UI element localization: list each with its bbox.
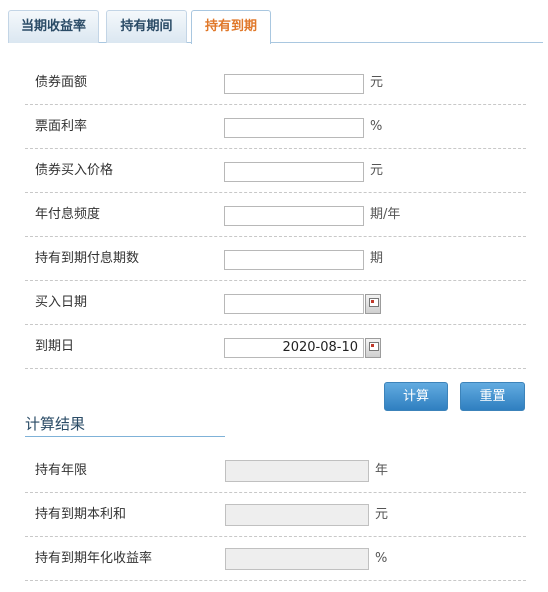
payment-frequency-input[interactable]	[224, 206, 364, 226]
calculate-button[interactable]: 计算	[384, 382, 448, 411]
coupon-rate-label: 票面利率	[35, 119, 88, 134]
calendar-icon[interactable]	[365, 294, 381, 314]
result-row-holding-years: 持有年限 年	[25, 449, 526, 493]
coupon-rate-unit: %	[370, 119, 383, 134]
holding-years-label: 持有年限	[35, 463, 88, 478]
form-row-periods-to-maturity: 持有到期付息期数 期	[25, 237, 526, 281]
face-value-unit: 元	[370, 75, 384, 90]
payment-frequency-label: 年付息频度	[35, 207, 101, 222]
annualized-yield-unit: %	[375, 551, 388, 566]
payment-frequency-unit: 期/年	[370, 207, 401, 222]
result-row-annualized-yield: 持有到期年化收益率 %	[25, 537, 526, 581]
holding-years-output	[225, 460, 369, 482]
purchase-price-label: 债券买入价格	[35, 163, 114, 178]
holding-years-unit: 年	[375, 463, 389, 478]
form-row-payment-frequency: 年付息频度 期/年	[25, 193, 526, 237]
tab-current-yield[interactable]: 当期收益率	[8, 10, 99, 43]
principal-interest-label: 持有到期本利和	[35, 507, 127, 522]
annualized-yield-output	[225, 548, 369, 570]
periods-to-maturity-input[interactable]	[224, 250, 364, 270]
coupon-rate-input[interactable]	[224, 118, 364, 138]
tab-bar: 当期收益率 持有期间 持有到期	[8, 10, 543, 44]
purchase-price-input[interactable]	[224, 162, 364, 182]
form-row-coupon-rate: 票面利率 %	[25, 105, 526, 149]
maturity-date-label: 到期日	[35, 339, 75, 354]
periods-to-maturity-label: 持有到期付息期数	[35, 251, 140, 266]
periods-to-maturity-unit: 期	[370, 251, 384, 266]
maturity-date-input[interactable]: 2020-08-10	[224, 338, 364, 358]
form-row-purchase-price: 债券买入价格 元	[25, 149, 526, 193]
calendar-icon[interactable]	[365, 338, 381, 358]
form-row-maturity-date: 到期日 2020-08-10	[25, 325, 526, 369]
tab-hold-to-maturity[interactable]: 持有到期	[191, 10, 271, 44]
face-value-label: 债券面额	[35, 75, 88, 90]
results-title: 计算结果	[25, 412, 225, 437]
reset-button[interactable]: 重置	[460, 382, 525, 411]
purchase-date-label: 买入日期	[35, 295, 88, 310]
tab-holding-period[interactable]: 持有期间	[106, 10, 187, 43]
purchase-date-input[interactable]	[224, 294, 364, 314]
annualized-yield-label: 持有到期年化收益率	[35, 551, 153, 566]
result-row-principal-interest: 持有到期本利和 元	[25, 493, 526, 537]
form-row-face-value: 债券面额 元	[25, 61, 526, 105]
principal-interest-unit: 元	[375, 507, 389, 522]
form-row-purchase-date: 买入日期	[25, 281, 526, 325]
purchase-price-unit: 元	[370, 163, 384, 178]
face-value-input[interactable]	[224, 74, 364, 94]
principal-interest-output	[225, 504, 369, 526]
